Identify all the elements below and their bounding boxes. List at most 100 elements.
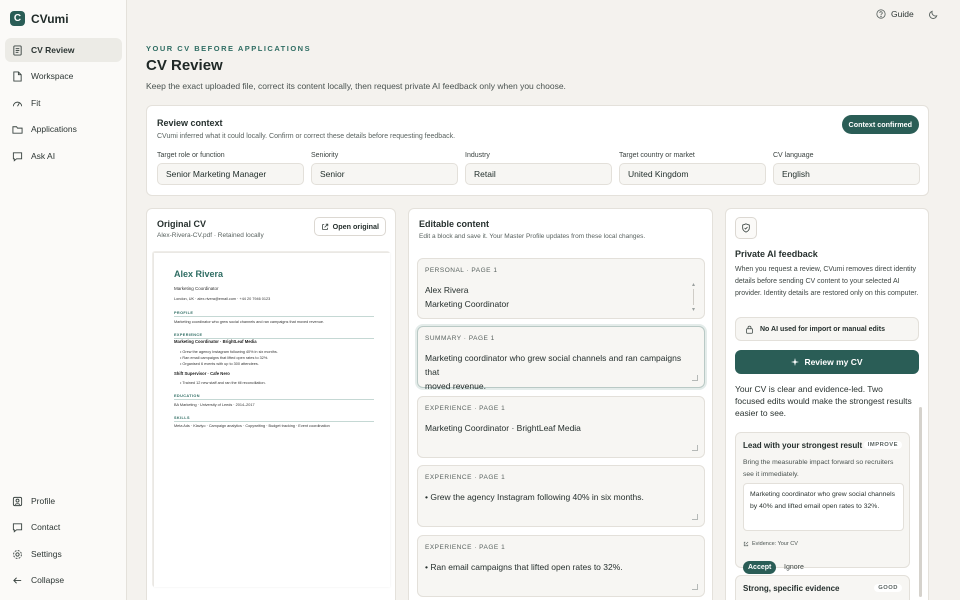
cv-preview[interactable]: Alex Rivera Marketing Coordinator London… [152, 251, 390, 587]
sidebar-collapse-button[interactable]: Collapse [5, 568, 122, 592]
dark-mode-toggle-icon[interactable] [928, 9, 939, 20]
app-logo[interactable]: C CVumi [10, 11, 69, 26]
sidebar-item-label: Ask AI [31, 151, 56, 161]
block-textarea[interactable]: Alex Rivera Marketing Coordinator [425, 283, 695, 311]
shield-icon-box [735, 217, 757, 239]
cv-page: Alex Rivera Marketing Coordinator London… [154, 253, 390, 587]
cv-job-title: Marketing Coordinator · BrightLeaf Media [174, 339, 257, 344]
panel-scrollbar[interactable] [919, 407, 922, 597]
target-country-input[interactable]: United Kingdom [619, 163, 766, 185]
sidebar-item-workspace[interactable]: Workspace [5, 64, 122, 88]
sidebar-item-ask-ai[interactable]: Ask AI [5, 144, 122, 168]
content-block-experience[interactable]: EXPERIENCE · PAGE 1 Marketing Coordinato… [417, 396, 705, 458]
cv-bullet: • Trained 12 new staff and ran the till … [180, 381, 266, 385]
sidebar-item-profile[interactable]: Profile [5, 489, 122, 513]
sidebar-item-label: Contact [31, 522, 61, 532]
suggestion-description: Bring the measurable impact forward so r… [743, 459, 894, 478]
field-label: Target role or function [157, 152, 225, 159]
cv-section-heading: SKILLS [174, 416, 190, 420]
chat-icon [12, 522, 23, 533]
cv-bullet: • Ran email campaigns that lifted open r… [180, 356, 269, 360]
cv-divider [174, 421, 374, 422]
suggestion-evidence[interactable]: Evidence: Your CV [743, 541, 798, 547]
ignore-button[interactable]: Ignore [784, 564, 804, 571]
sidebar-item-label: Profile [31, 496, 56, 506]
cv-contact: London, UK · alex.rivera@email.com · +44… [174, 297, 271, 301]
review-my-cv-label: Review my CV [804, 357, 863, 367]
content-block-summary[interactable]: SUMMARY · PAGE 1 Marketing coordinator w… [417, 326, 705, 391]
document-icon [13, 70, 22, 82]
suggestion-badge: GOOD [874, 584, 902, 592]
accept-button[interactable]: Accept [743, 561, 777, 574]
cv-bullet: • Organised 6 events with up to 300 atte… [180, 362, 259, 366]
link-icon [743, 541, 749, 547]
sidebar-item-label: Workspace [31, 71, 74, 81]
review-context-card: Review context CVumi inferred what it co… [146, 105, 929, 196]
page-title: CV Review [146, 57, 223, 74]
open-original-button[interactable]: Open original [313, 217, 386, 236]
sidebar-item-label: Settings [31, 549, 62, 559]
content-block-experience[interactable]: EXPERIENCE · PAGE 1 • Grew the agency In… [417, 465, 705, 527]
original-cv-card: Original CV Alex-Rivera-CV.pdf · Retaine… [146, 208, 396, 600]
editable-content-subtitle: Edit a block and save it. Your Master Pr… [419, 233, 646, 240]
cv-job-title: Shift Supervisor · Cafe Nero [174, 371, 230, 376]
block-line: Marketing coordinator who grew social ch… [425, 353, 682, 377]
review-context-title: Review context [157, 118, 223, 128]
suggestion-card: Strong, specific evidence GOOD [735, 575, 910, 600]
logo-icon: C [10, 11, 25, 26]
suggestion-rewrite: Marketing coordinator who grew social ch… [743, 483, 904, 531]
cv-bullet: • Grew the agency Instagram following 40… [180, 350, 278, 354]
content-block-personal[interactable]: PERSONAL · PAGE 1 Alex Rivera Marketing … [417, 258, 705, 319]
sidebar-item-label: Collapse [31, 575, 65, 585]
block-tag: EXPERIENCE · PAGE 1 [425, 405, 506, 412]
block-textarea[interactable]: Marketing coordinator who grew social ch… [425, 351, 695, 393]
arrow-left-icon [13, 576, 22, 584]
resize-handle[interactable] [692, 375, 698, 381]
sidebar-item-contact[interactable]: Contact [5, 515, 122, 539]
field-label: CV language [773, 152, 814, 159]
cv-section-heading: EXPERIENCE [174, 333, 203, 337]
user-icon [12, 496, 23, 506]
industry-input[interactable]: Retail [465, 163, 612, 185]
sidebar-item-cv-review[interactable]: CV Review [5, 38, 122, 62]
block-tag: EXPERIENCE · PAGE 1 [425, 474, 506, 481]
block-textarea[interactable]: Marketing Coordinator · BrightLeaf Media [425, 421, 695, 435]
cv-language-input[interactable]: English [773, 163, 920, 185]
resize-handle[interactable] [692, 514, 698, 520]
suggestion-title: Strong, specific evidence [743, 584, 840, 593]
cv-section-heading: EDUCATION [174, 394, 200, 398]
sparkle-icon [791, 358, 800, 366]
no-ai-label: No AI used for import or manual edits [760, 325, 885, 333]
context-confirmed-button[interactable]: Context confirmed [841, 115, 919, 134]
seniority-input[interactable]: Senior [311, 163, 458, 185]
sidebar-item-settings[interactable]: Settings [5, 542, 122, 566]
cv-education-text: BA Marketing · University of Leeds · 201… [174, 403, 255, 407]
resize-handle[interactable] [692, 584, 698, 590]
block-textarea[interactable]: • Ran email campaigns that lifted open r… [425, 560, 695, 574]
sidebar-item-fit[interactable]: Fit [5, 91, 122, 115]
review-my-cv-button[interactable]: Review my CV [735, 350, 919, 374]
chat-icon [12, 151, 23, 162]
ai-summary: Your CV is clear and evidence-led. Two f… [735, 384, 912, 418]
help-icon [876, 9, 886, 19]
guide-button[interactable]: Guide [876, 9, 914, 19]
target-role-input[interactable]: Senior Marketing Manager [157, 163, 304, 185]
ai-feedback-description: When you request a review, CVumi removes… [735, 266, 919, 297]
editable-content-card: Editable content Edit a block and save i… [408, 208, 713, 600]
block-tag: EXPERIENCE · PAGE 1 [425, 544, 506, 551]
resize-handle[interactable] [692, 445, 698, 451]
content-block-experience[interactable]: EXPERIENCE · PAGE 1 • Ran email campaign… [417, 535, 705, 597]
folder-icon [12, 125, 23, 134]
review-context-subtitle: CVumi inferred what it could locally. Co… [157, 133, 456, 140]
open-original-label: Open original [332, 222, 379, 231]
lock-icon [746, 325, 753, 334]
suggestion-badge: IMPROVE [863, 441, 902, 449]
block-textarea[interactable]: • Grew the agency Instagram following 40… [425, 490, 695, 504]
gauge-icon [12, 101, 23, 106]
scroll-arrows-icon[interactable] [692, 283, 695, 311]
document-icon [13, 44, 22, 56]
suggestion-title: Lead with your strongest result [743, 441, 863, 450]
sidebar-item-applications[interactable]: Applications [5, 117, 122, 141]
page-subtitle: Keep the exact uploaded file, correct it… [146, 81, 566, 91]
cv-profile-text: Marketing coordinator who grew social ch… [174, 320, 325, 324]
